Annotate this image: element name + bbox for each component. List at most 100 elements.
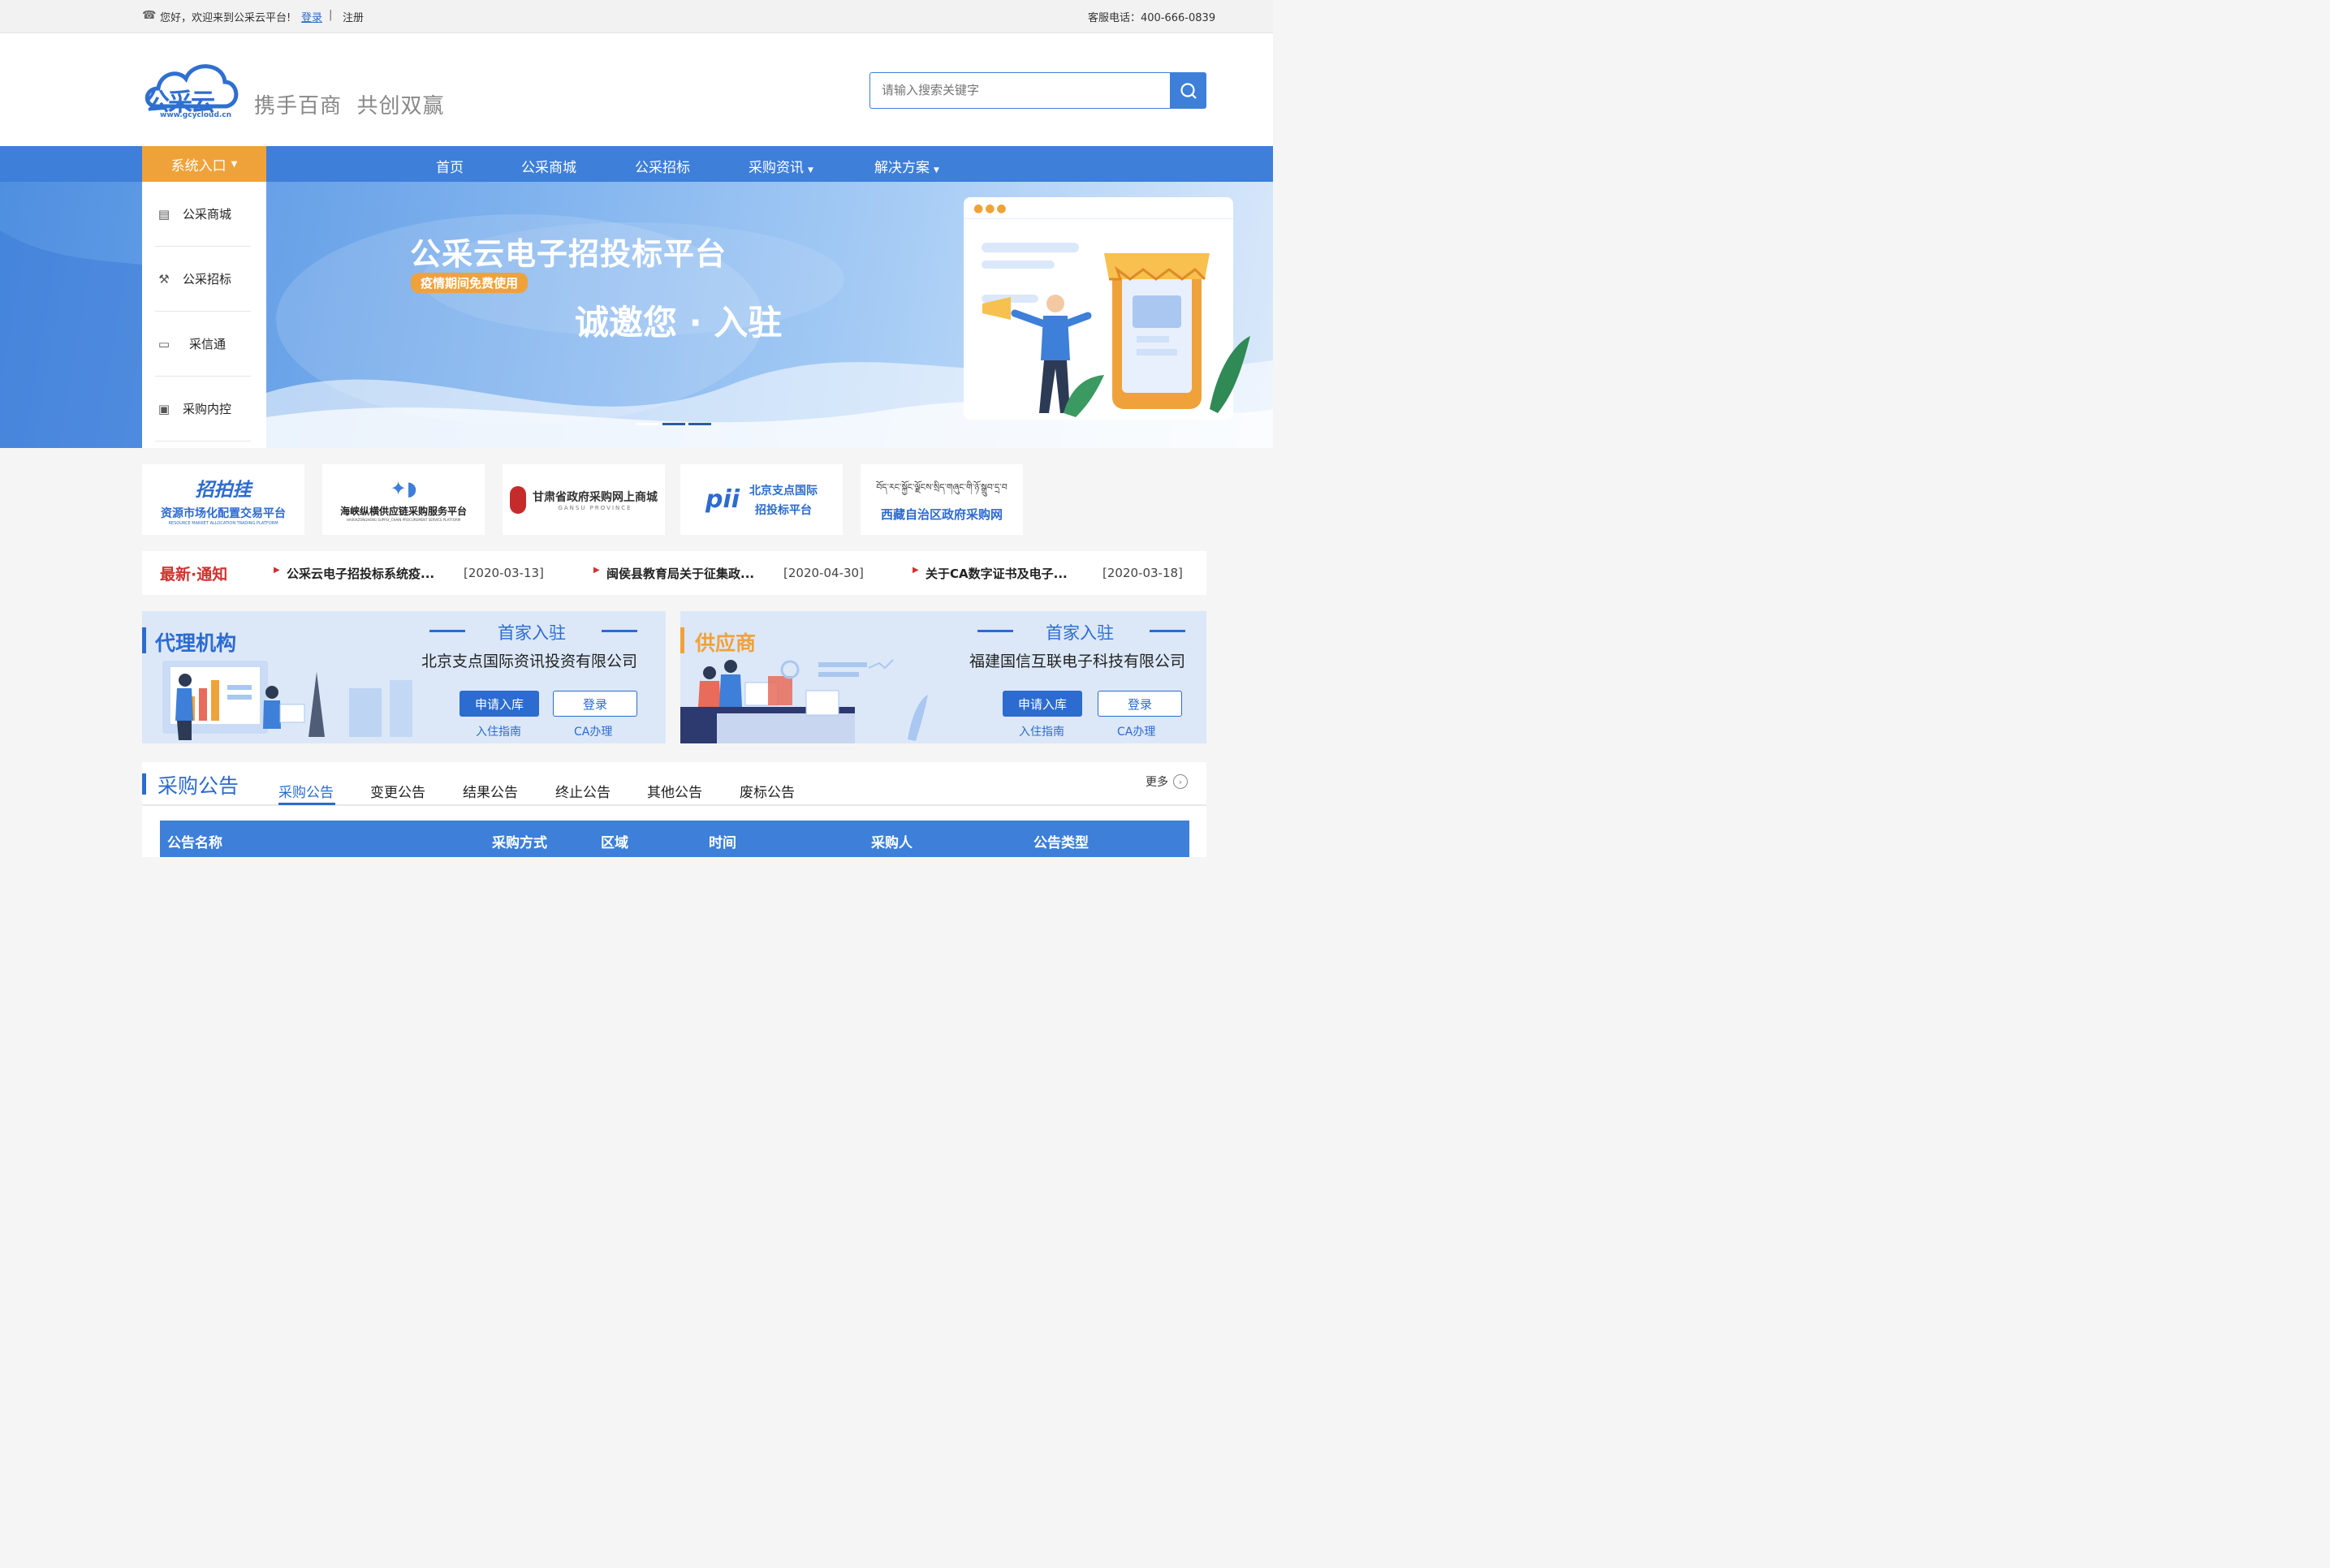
decorative-line xyxy=(429,630,465,632)
partner-title: 北京支点国际 xyxy=(749,484,818,498)
supplier-card: 供应商 首家入驻 福建国信互联电子科技有限公司 申请入库 登录 入住指南 CA办… xyxy=(680,611,1206,743)
carousel-dot-1[interactable] xyxy=(636,423,659,425)
column-header-method: 采购方式 xyxy=(492,835,547,851)
search-icon xyxy=(1180,82,1197,99)
partner-title: 甘肃省政府采购网上商城 xyxy=(533,490,658,504)
search-input[interactable] xyxy=(870,73,1170,106)
caret-down-icon: ▼ xyxy=(934,166,939,174)
notice-item-date: [2020-04-30] xyxy=(783,566,864,580)
column-header-time: 时间 xyxy=(709,835,736,851)
ca-link[interactable]: CA办理 xyxy=(1117,723,1155,739)
nav-item-solutions[interactable]: 解决方案 ▼ xyxy=(874,156,939,176)
tab-change[interactable]: 变更公告 xyxy=(370,781,425,801)
more-link[interactable]: 更多 › xyxy=(1146,773,1188,790)
ca-link[interactable]: CA办理 xyxy=(574,723,612,739)
agency-card: 代理机构 首家入驻 北京支点国际资讯投资有限公司 申请入库 登录 入住指南 CA… xyxy=(142,611,666,743)
first-settled-label: 首家入驻 xyxy=(1046,623,1114,643)
login-button[interactable]: 登录 xyxy=(1098,691,1182,717)
partner-en: GANSU PROVINCE xyxy=(558,504,632,511)
guide-link[interactable]: 入住指南 xyxy=(1019,723,1064,739)
chevron-right-icon: › xyxy=(1173,774,1188,789)
notice-item-title[interactable]: 公采云电子招投标系统疫... xyxy=(287,565,434,582)
notice-label: 最新·通知 xyxy=(160,566,228,584)
slogan: 携手百商 共创双赢 xyxy=(254,94,445,118)
column-header-name: 公告名称 xyxy=(167,835,222,851)
sidebar-item-caixintong[interactable]: ▭ 采信通 xyxy=(155,312,251,377)
decorative-line xyxy=(602,630,637,632)
login-link[interactable]: 登录 xyxy=(301,9,322,24)
apply-button[interactable]: 申请入库 xyxy=(1003,691,1082,717)
supplier-illustration xyxy=(680,659,928,743)
header: 公采云 www.gcycloud.cn 携手百商 共创双赢 xyxy=(0,33,1273,146)
logo[interactable]: 公采云 www.gcycloud.cn xyxy=(142,58,241,123)
caret-down-icon: ▼ xyxy=(231,159,238,169)
guide-link[interactable]: 入住指南 xyxy=(476,723,521,739)
tab-terminate[interactable]: 终止公告 xyxy=(555,781,611,801)
sidebar-item-label: 公采招标 xyxy=(183,272,232,286)
comet-logo-icon: ✦◗ xyxy=(390,476,417,500)
company-name: 北京支点国际资讯投资有限公司 xyxy=(421,653,638,670)
company-name: 福建国信互联电子科技有限公司 xyxy=(969,653,1186,670)
hero-badge: 疫情期间免费使用 xyxy=(411,273,529,293)
arrow-right-icon: ▶ xyxy=(913,566,919,575)
partner-logo-haixia[interactable]: ✦◗ 海峡纵横供应链采购服务平台 HAIXIAZONGHENG SUPPLY_C… xyxy=(322,464,485,535)
main-nav: 系统入口 ▼ 首页 公采商城 公采招标 采购资讯 ▼ 解决方案 ▼ xyxy=(0,146,1273,182)
partner-logo-pii[interactable]: pii 北京支点国际 招投标平台 xyxy=(680,464,843,535)
partner-subtitle: 招投标平台 xyxy=(755,503,813,517)
partner-logo-zhaopaigua[interactable]: 招拍挂 资源市场化配置交易平台 RESOURCE MARKET ALLOCATI… xyxy=(142,464,304,535)
nav-item-home[interactable]: 首页 xyxy=(436,156,464,176)
partner-title: 海峡纵横供应链采购服务平台 xyxy=(339,505,467,517)
column-header-type: 公告类型 xyxy=(1033,835,1089,851)
apply-button[interactable]: 申请入库 xyxy=(460,691,539,717)
greeting-text: 您好，欢迎来到公采云平台! xyxy=(160,12,291,24)
search-button[interactable] xyxy=(1170,72,1206,109)
notice-item-title[interactable]: 关于CA数字证书及电子... xyxy=(926,565,1068,582)
pii-logo-icon: pii xyxy=(705,485,740,514)
system-entry-button[interactable]: 系统入口 ▼ xyxy=(142,146,266,182)
partner-en: RESOURCE MARKET ALLOCATION TRADING PLATF… xyxy=(168,520,278,526)
partner-title: 西藏自治区政府采购网 xyxy=(880,506,1003,522)
login-button[interactable]: 登录 xyxy=(553,691,637,717)
sidebar-item-internal-control[interactable]: ▣ 采购内控 xyxy=(155,377,251,442)
dashboard-icon: ▣ xyxy=(157,401,170,416)
tab-other[interactable]: 其他公告 xyxy=(647,781,702,801)
card-title: 代理机构 xyxy=(155,631,237,655)
top-bar: ☎ 您好，欢迎来到公采云平台! 登录 | 注册 客服电话：400-666-083… xyxy=(0,0,1273,33)
monitor-icon: ▭ xyxy=(157,336,170,351)
phone-shop-illustration xyxy=(982,253,1250,417)
partner-en: HAIXIAZONGHENG SUPPLY_CHAIN PROCUREMENT … xyxy=(346,517,461,522)
store-icon: ▤ xyxy=(157,206,170,222)
tab-abandoned[interactable]: 废标公告 xyxy=(740,781,795,801)
first-settled-label: 首家入驻 xyxy=(498,623,566,643)
notice-bar: 最新·通知 ▶ 公采云电子招投标系统疫... [2020-03-13] ▶ 闽侯… xyxy=(142,551,1206,595)
title-accent-bar xyxy=(142,627,146,653)
register-link[interactable]: 注册 xyxy=(343,9,364,24)
nav-item-bidding[interactable]: 公采招标 xyxy=(635,156,690,176)
carousel-dot-3[interactable] xyxy=(688,423,711,425)
nav-item-news-label: 采购资讯 xyxy=(749,160,804,176)
sidebar-item-bidding[interactable]: ⚒ 公采招标 xyxy=(155,247,251,312)
arrow-right-icon: ▶ xyxy=(274,566,280,575)
decorative-line xyxy=(977,630,1013,632)
partner-title: 招拍挂 xyxy=(195,479,252,501)
title-accent-bar xyxy=(142,773,146,795)
logo-url: www.gcycloud.cn xyxy=(160,111,232,119)
column-header-purchaser: 采购人 xyxy=(871,835,913,851)
carousel-dot-2[interactable] xyxy=(662,423,685,425)
hero-title: 公采云电子招投标平台 xyxy=(410,236,727,272)
partner-logo-gansu[interactable]: 甘肃省政府采购网上商城 GANSU PROVINCE xyxy=(503,464,665,535)
sidebar-item-label: 采购内控 xyxy=(183,402,232,416)
search-box xyxy=(869,72,1171,109)
gavel-icon: ⚒ xyxy=(158,271,170,286)
tab-purchase[interactable]: 采购公告 xyxy=(278,781,334,801)
tab-result[interactable]: 结果公告 xyxy=(463,781,518,801)
notice-item-title[interactable]: 闽侯县教育局关于征集政... xyxy=(606,565,754,582)
nav-item-mall[interactable]: 公采商城 xyxy=(521,156,576,176)
sidebar-item-label: 公采商城 xyxy=(183,207,232,222)
nav-item-news[interactable]: 采购资讯 ▼ xyxy=(749,156,813,176)
decorative-line xyxy=(1150,630,1185,632)
nav-item-solutions-label: 解决方案 xyxy=(874,160,930,176)
divider: | xyxy=(329,9,333,21)
sidebar-item-mall[interactable]: ▤ 公采商城 xyxy=(155,182,251,247)
partner-logo-xizang[interactable]: བོད་རང་སྐྱོང་ལྗོངས་སྲིད་གཞུང་གི་ཉོ་སྒྲུབ… xyxy=(861,464,1023,535)
